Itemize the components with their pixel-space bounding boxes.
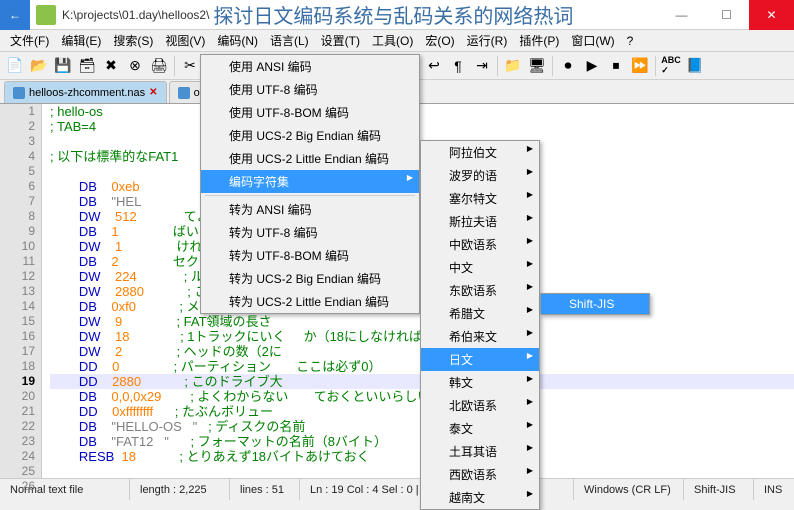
charset-lang-item[interactable]: 塞尔特文 — [421, 187, 539, 210]
file-icon — [13, 87, 25, 99]
charset-lang-item[interactable]: 中文 — [421, 256, 539, 279]
encoding-choice[interactable]: Shift-JIS — [541, 294, 649, 314]
saveall-icon[interactable]: 🗃 — [76, 55, 98, 77]
encoding-option[interactable]: 使用 UTF-8 编码 — [201, 78, 419, 101]
menu-item[interactable]: 语言(L) — [264, 30, 315, 51]
charset-lang-item[interactable]: 希腊文 — [421, 302, 539, 325]
menu-item[interactable]: 工具(O) — [366, 30, 419, 51]
close-button[interactable]: ✕ — [749, 0, 794, 30]
print-icon[interactable]: 🖨 — [148, 55, 170, 77]
charset-lang-item[interactable]: 东欧语系 — [421, 279, 539, 302]
charset-menu-item[interactable]: 编码字符集 — [201, 170, 419, 193]
charset-lang-item[interactable]: 土耳其语 — [421, 440, 539, 463]
charset-lang-item[interactable]: 中欧语系 — [421, 233, 539, 256]
stop-icon[interactable]: ⏹ — [605, 55, 627, 77]
window-path: K:\projects\01.day\helloos2\ — [62, 8, 209, 22]
convert-option[interactable]: 转为 UTF-8 编码 — [201, 221, 419, 244]
charset-lang-item[interactable]: 韩文 — [421, 371, 539, 394]
charset-lang-item[interactable]: 北欧语系 — [421, 394, 539, 417]
menu-item[interactable]: 编码(N) — [211, 30, 264, 51]
menu-item[interactable]: 设置(T) — [315, 30, 366, 51]
indent-icon[interactable]: ⇥ — [471, 55, 493, 77]
menu-item[interactable]: 宏(O) — [419, 30, 460, 51]
wrap-icon[interactable]: ↩ — [423, 55, 445, 77]
charset-lang-item[interactable]: 斯拉夫语 — [421, 210, 539, 233]
file-tab[interactable]: helloos-zhcomment.nas ✕ — [4, 81, 167, 103]
app-icon — [36, 5, 56, 25]
record-icon[interactable]: ⏺ — [557, 55, 579, 77]
titlebar: ← K:\projects\01.day\helloos2\ 探讨日文编码系统与… — [0, 0, 794, 30]
menu-item[interactable]: 文件(F) — [4, 30, 55, 51]
menu-item[interactable]: 窗口(W) — [565, 30, 620, 51]
convert-option[interactable]: 转为 UCS-2 Little Endian 编码 — [201, 290, 419, 313]
encoding-option[interactable]: 使用 UCS-2 Little Endian 编码 — [201, 147, 419, 170]
tab-close-icon[interactable]: ✕ — [149, 87, 157, 98]
encoding-menu: 使用 ANSI 编码使用 UTF-8 编码使用 UTF-8-BOM 编码使用 U… — [200, 54, 420, 314]
save-icon[interactable]: 💾 — [52, 55, 74, 77]
status-enc: Shift-JIS — [684, 479, 754, 500]
charset-lang-item[interactable]: 希伯来文 — [421, 325, 539, 348]
tab-label: helloos-zhcomment.nas — [29, 87, 145, 99]
encoding-option[interactable]: 使用 ANSI 编码 — [201, 55, 419, 78]
new-icon[interactable]: 📄 — [4, 55, 26, 77]
encoding-option[interactable]: 使用 UCS-2 Big Endian 编码 — [201, 124, 419, 147]
menu-item[interactable]: 插件(P) — [513, 30, 565, 51]
ff-icon[interactable]: ⏩ — [629, 55, 651, 77]
monitor-icon[interactable]: 🖥 — [526, 55, 548, 77]
closeall-icon[interactable]: ⊗ — [124, 55, 146, 77]
menu-item[interactable]: ? — [621, 32, 640, 50]
status-eol: Windows (CR LF) — [574, 479, 684, 500]
folder-icon[interactable]: 📁 — [502, 55, 524, 77]
file-icon — [178, 87, 190, 99]
status-lines: lines : 51 — [230, 479, 300, 500]
charset-lang-item[interactable]: 越南文 — [421, 486, 539, 509]
showall-icon[interactable]: ¶ — [447, 55, 469, 77]
cut-icon[interactable]: ✂ — [179, 55, 201, 77]
maximize-button[interactable]: ☐ — [704, 0, 749, 30]
line-gutter: 1234567891011121314151617181920212223242… — [0, 104, 42, 478]
menu-item[interactable]: 搜索(S) — [107, 30, 159, 51]
convert-option[interactable]: 转为 UTF-8-BOM 编码 — [201, 244, 419, 267]
convert-option[interactable]: 转为 UCS-2 Big Endian 编码 — [201, 267, 419, 290]
convert-option[interactable]: 转为 ANSI 编码 — [201, 198, 419, 221]
menu-item[interactable]: 运行(R) — [461, 30, 514, 51]
statusbar: Normal text file length : 2,225 lines : … — [0, 478, 794, 500]
open-icon[interactable]: 📂 — [28, 55, 50, 77]
back-button[interactable]: ← — [0, 0, 30, 30]
charset-lang-item[interactable]: 日文 — [421, 348, 539, 371]
menubar: 文件(F)编辑(E)搜索(S)视图(V)编码(N)语言(L)设置(T)工具(O)… — [0, 30, 794, 52]
spellcheck-icon[interactable]: ABC✓ — [660, 55, 682, 77]
charset-submenu: 阿拉伯文波罗的语塞尔特文斯拉夫语中欧语系中文东欧语系希腊文希伯来文日文韩文北欧语… — [420, 140, 540, 510]
status-length: length : 2,225 — [130, 479, 230, 500]
charset-lang-item[interactable]: 波罗的语 — [421, 164, 539, 187]
encoding-option[interactable]: 使用 UTF-8-BOM 编码 — [201, 101, 419, 124]
overlay-text: 探讨日文编码系统与乱码关系的网络热词 — [213, 0, 573, 29]
japanese-submenu: Shift-JIS — [540, 293, 650, 315]
charset-lang-item[interactable]: 泰文 — [421, 417, 539, 440]
charset-lang-item[interactable]: 阿拉伯文 — [421, 141, 539, 164]
play-icon[interactable]: ▶ — [581, 55, 603, 77]
doc-icon[interactable]: 📘 — [684, 55, 706, 77]
menu-item[interactable]: 编辑(E) — [55, 30, 107, 51]
menu-item[interactable]: 视图(V) — [159, 30, 211, 51]
charset-lang-item[interactable]: 西欧语系 — [421, 463, 539, 486]
minimize-button[interactable]: — — [659, 0, 704, 30]
close-file-icon[interactable]: ✖ — [100, 55, 122, 77]
status-mode: INS — [754, 479, 794, 500]
